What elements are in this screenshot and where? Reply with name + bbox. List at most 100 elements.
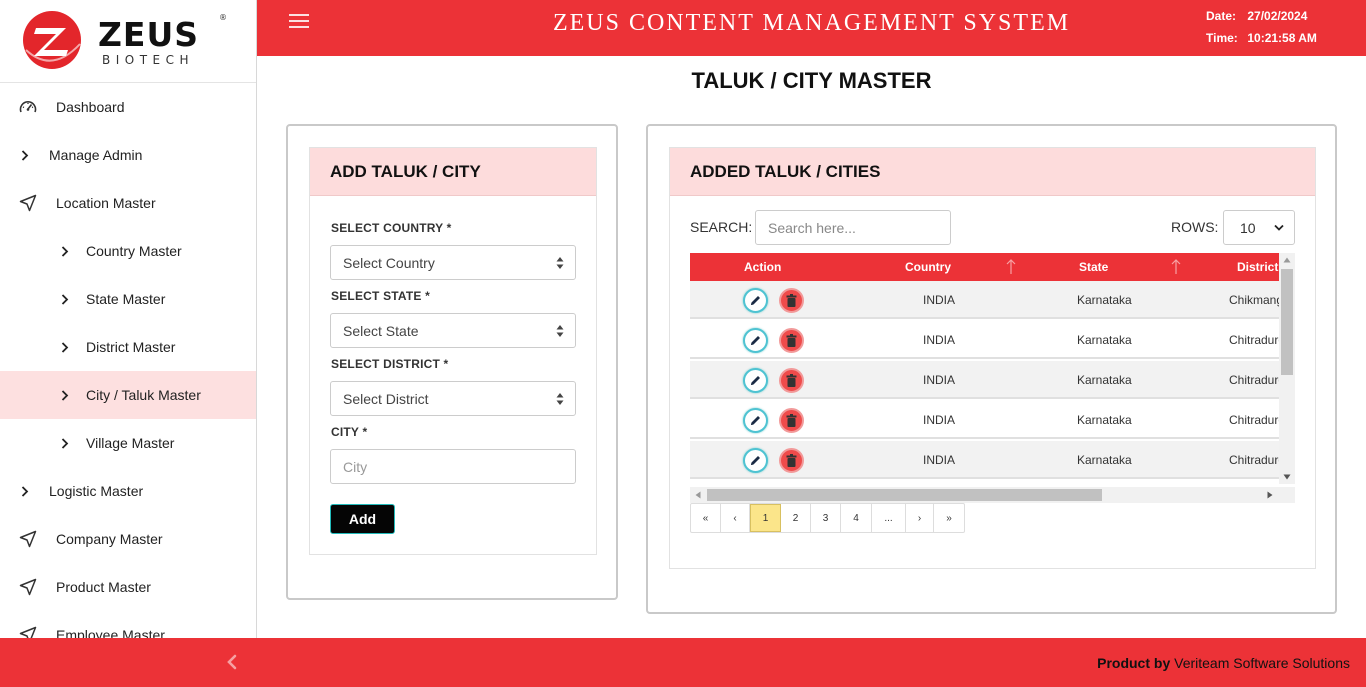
column-header-country[interactable]: Country [905,253,951,281]
sidebar-item-village-master[interactable]: Village Master [0,419,256,467]
page-button[interactable]: « [691,504,721,532]
time-value: 10:21:58 AM [1247,31,1317,45]
sort-arrow-icon[interactable] [1171,259,1181,275]
delete-button[interactable] [779,448,804,473]
collapse-sidebar-icon[interactable] [223,652,241,672]
trash-icon [786,414,797,427]
edit-button[interactable] [743,368,768,393]
page-button[interactable]: 4 [841,504,872,532]
sidebar-item-state-master[interactable]: State Master [0,275,256,323]
edit-button[interactable] [743,448,768,473]
sidebar-item-district-master[interactable]: District Master [0,323,256,371]
credit-prefix: Product by [1097,655,1171,671]
sidebar-item-logistic-master[interactable]: Logistic Master [0,467,256,515]
pencil-icon [751,416,760,425]
add-button[interactable]: Add [330,504,395,534]
scroll-right-icon[interactable] [1267,491,1273,499]
page-button[interactable]: › [906,504,934,532]
country-select[interactable]: Select Country [330,245,576,280]
cell-district: Chitradurga [1229,413,1279,427]
scroll-left-icon[interactable] [695,491,701,499]
district-select[interactable]: Select District [330,381,576,416]
page-button[interactable]: ... [872,504,906,532]
horizontal-scroll-thumb[interactable] [707,489,1102,501]
add-city-heading: ADD TALUK / CITY [310,148,596,196]
edit-button[interactable] [743,328,768,353]
sidebar-item-employee-master[interactable]: Employee Master [0,611,256,638]
district-select-value: Select District [343,390,429,407]
column-header-action: Action [744,260,782,274]
state-select-value: Select State [343,322,419,339]
scroll-down-icon[interactable] [1283,474,1291,480]
sidebar-item-label: Country Master [86,243,182,259]
speedometer-icon [18,97,38,117]
sidebar-item-manage-admin[interactable]: Manage Admin [0,131,256,179]
chevron-right-icon [58,341,72,353]
sidebar-item-label: Village Master [86,435,175,451]
page-button[interactable]: » [934,504,964,532]
sidebar-item-country-master[interactable]: Country Master [0,227,256,275]
send-icon [18,625,38,638]
delete-button[interactable] [779,288,804,313]
search-input[interactable] [755,210,951,245]
sidebar-item-label: Location Master [56,195,156,211]
sidebar-item-city-taluk-master[interactable]: City / Taluk Master [0,371,256,419]
delete-button[interactable] [779,368,804,393]
footer: Product by Veriteam Software Solutions [0,638,1366,687]
column-header-state[interactable]: State [1079,253,1108,281]
edit-button[interactable] [743,288,768,313]
svg-text:BIOTECH: BIOTECH [102,53,194,67]
send-icon [18,577,38,597]
select-arrows-icon [556,393,564,405]
cell-country: INDIA [923,333,956,347]
district-label: SELECT DISTRICT * [331,357,449,371]
trash-icon [786,454,797,467]
state-select[interactable]: Select State [330,313,576,348]
table-row: INDIA Karnataka Chitradurga [690,361,1279,399]
page-button[interactable]: 1 [750,504,781,532]
city-input[interactable] [330,449,576,484]
sidebar-item-label: Company Master [56,531,163,547]
page-button[interactable]: 2 [781,504,811,532]
add-city-card: ADD TALUK / CITY SELECT COUNTRY * Select… [309,147,597,555]
sidebar-item-product-master[interactable]: Product Master [0,563,256,611]
brand-logo[interactable]: ZEUS BIOTECH ® [0,0,256,83]
sidebar-item-location-master[interactable]: Location Master [0,179,256,227]
cities-table: Action Country State District INDIA Karna… [690,253,1295,503]
cell-state: Karnataka [1077,333,1132,347]
added-cities-heading: ADDED TALUK / CITIES [670,148,1315,196]
vertical-scroll-thumb[interactable] [1281,269,1293,375]
page-button[interactable]: ‹ [721,504,750,532]
sidebar-item-label: District Master [86,339,176,355]
table-row: INDIA Karnataka Chitradurga [690,321,1279,359]
sidebar-nav: Dashboard Manage Admin Location Master Coun… [0,83,256,638]
pagination: «‹ 1 2 3 4... ›» [690,503,965,533]
table-row: INDIA Karnataka Chitradurga [690,441,1279,479]
credit-company[interactable]: Veriteam Software Solutions [1174,655,1350,671]
cell-country: INDIA [923,453,956,467]
sort-arrow-icon[interactable] [1006,259,1016,275]
scroll-up-icon[interactable] [1283,257,1291,263]
cell-district: Chitradurga [1229,373,1279,387]
chevron-right-icon [18,485,32,497]
page-button[interactable]: 3 [811,504,841,532]
footer-credit: Product by Veriteam Software Solutions [1097,655,1350,671]
sidebar-item-label: Product Master [56,579,151,595]
delete-button[interactable] [779,408,804,433]
send-icon [18,193,38,213]
sidebar-item-dashboard[interactable]: Dashboard [0,83,256,131]
vertical-scrollbar[interactable] [1279,253,1295,484]
delete-button[interactable] [779,328,804,353]
datetime-display: Date: 27/02/2024 Time: 10:21:58 AM [1206,5,1317,49]
chevron-right-icon [58,245,72,257]
column-header-district[interactable]: District [1237,253,1279,281]
rows-select[interactable]: 10 [1223,210,1295,245]
pencil-icon [751,376,760,385]
edit-button[interactable] [743,408,768,433]
pencil-icon [751,456,760,465]
table-row: INDIA Karnataka Chitradurga [690,401,1279,439]
svg-text:ZEUS: ZEUS [98,15,199,54]
horizontal-scrollbar[interactable] [690,487,1295,503]
sidebar-item-company-master[interactable]: Company Master [0,515,256,563]
country-label: SELECT COUNTRY * [331,221,452,235]
